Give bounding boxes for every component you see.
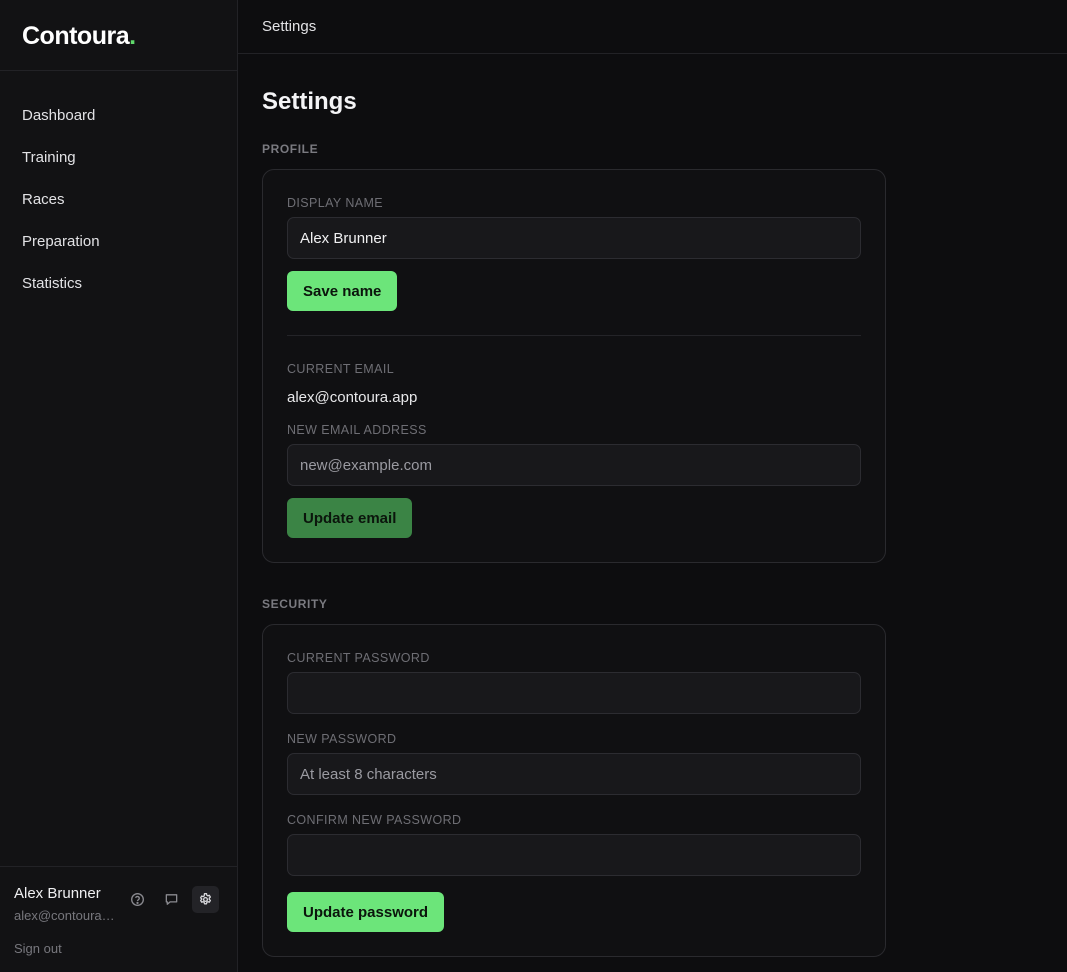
user-actions xyxy=(124,886,219,913)
brand-dot: . xyxy=(129,22,136,50)
nav-item-statistics[interactable]: Statistics xyxy=(0,265,237,307)
new-email-input[interactable] xyxy=(287,444,861,486)
settings-main: Settings PROFILE DISPLAY NAME Save name … xyxy=(262,54,886,957)
topbar-title: Settings xyxy=(262,18,317,35)
sidebar: Contoura. Dashboard Training Races Prepa… xyxy=(0,0,238,972)
brand-name: Contoura xyxy=(22,22,130,50)
confirm-password-label: CONFIRM NEW PASSWORD xyxy=(287,813,462,827)
current-email-label: CURRENT EMAIL xyxy=(287,362,395,376)
nav-item-preparation[interactable]: Preparation xyxy=(0,223,237,265)
current-email-value: alex@contoura.app xyxy=(287,389,418,406)
nav-item-training[interactable]: Training xyxy=(0,139,237,181)
security-card: CURRENT PASSWORD NEW PASSWORD CONFIRM NE… xyxy=(262,624,886,957)
new-password-label: NEW PASSWORD xyxy=(287,732,397,746)
confirm-password-input[interactable] xyxy=(287,834,861,876)
topbar: Settings xyxy=(238,0,1067,54)
nav-item-races[interactable]: Races xyxy=(0,181,237,223)
new-email-label: NEW EMAIL ADDRESS xyxy=(287,423,427,437)
nav-item-dashboard[interactable]: Dashboard xyxy=(0,97,237,139)
profile-divider xyxy=(287,335,861,336)
user-panel: Alex Brunner alex@contoura.app Sign out xyxy=(0,866,237,972)
display-name-input[interactable] xyxy=(287,217,861,259)
sign-out-link[interactable]: Sign out xyxy=(14,941,62,956)
update-password-button[interactable]: Update password xyxy=(287,892,445,932)
current-password-input[interactable] xyxy=(287,672,861,714)
current-password-label: CURRENT PASSWORD xyxy=(287,651,430,665)
save-name-button[interactable]: Save name xyxy=(287,271,398,311)
help-button[interactable] xyxy=(124,886,151,913)
profile-card: DISPLAY NAME Save name CURRENT EMAIL ale… xyxy=(262,169,886,563)
security-section-label: SECURITY xyxy=(262,597,328,611)
page-title: Settings xyxy=(262,88,357,115)
feedback-button[interactable] xyxy=(158,886,185,913)
feedback-icon xyxy=(165,894,178,905)
profile-section-label: PROFILE xyxy=(262,142,319,156)
user-email: alex@contoura.app xyxy=(14,908,116,923)
update-email-button[interactable]: Update email xyxy=(287,498,413,538)
new-password-input[interactable] xyxy=(287,753,861,795)
main-nav: Dashboard Training Races Preparation Sta… xyxy=(0,71,237,307)
settings-button[interactable] xyxy=(192,886,219,913)
settings-icon xyxy=(199,893,212,905)
display-name-label: DISPLAY NAME xyxy=(287,196,384,210)
help-icon xyxy=(131,893,144,906)
brand-logo[interactable]: Contoura. xyxy=(0,0,237,71)
